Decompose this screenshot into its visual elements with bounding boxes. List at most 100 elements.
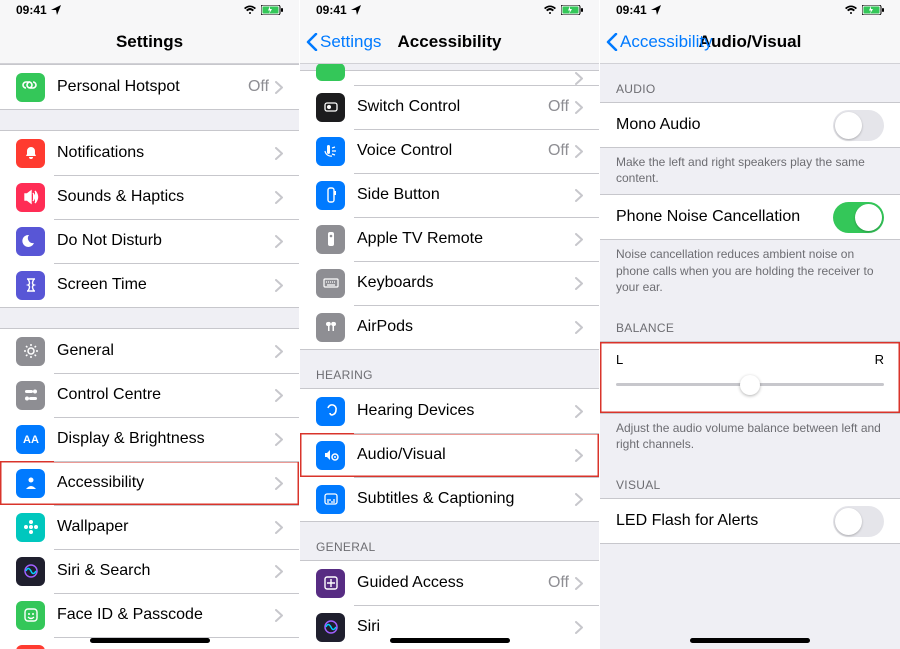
status-bar: 09:41 (0, 0, 299, 20)
row-label: Display & Brightness (57, 430, 275, 448)
row-sounds-haptics[interactable]: Sounds & Haptics (0, 175, 299, 219)
settings-scroll[interactable]: Personal HotspotOff Notifications Sounds … (0, 64, 299, 649)
page-title: Accessibility (398, 32, 502, 52)
footer-noise: Noise cancellation reduces ambient noise… (600, 240, 900, 303)
wifi-icon (844, 5, 858, 15)
row-accessibility[interactable]: Accessibility (0, 461, 299, 505)
row-face-id-passcode[interactable]: Face ID & Passcode (0, 593, 299, 637)
row-airpods[interactable]: AirPods (300, 305, 599, 349)
slider-thumb[interactable] (740, 375, 760, 395)
chevron-right-icon (275, 345, 283, 358)
keyboard-icon (316, 269, 345, 298)
row-label: General (57, 342, 275, 360)
subtitles-icon (316, 485, 345, 514)
row-control-centre[interactable]: Control Centre (0, 373, 299, 417)
row-label: LED Flash for Alerts (616, 512, 833, 530)
row-voice-control[interactable]: Voice ControlOff (300, 129, 599, 173)
chevron-right-icon (275, 565, 283, 578)
aa-icon: AA (16, 425, 45, 454)
row-label: Sounds & Haptics (57, 188, 275, 206)
footer-mono: Make the left and right speakers play th… (600, 148, 900, 194)
row-side-button[interactable]: Side Button (300, 173, 599, 217)
row-label: Control Centre (57, 386, 275, 404)
accessibility-scroll[interactable]: Switch ControlOffVoice ControlOff Side Bu… (300, 64, 599, 649)
row-mono-audio[interactable]: Mono Audio (600, 103, 900, 147)
chevron-right-icon (575, 405, 583, 418)
section-header-general: GENERAL (300, 522, 599, 560)
balance-control[interactable]: L R (600, 341, 900, 414)
chevron-right-icon (275, 521, 283, 534)
section-header-balance: BALANCE (600, 303, 900, 341)
guided-icon (316, 569, 345, 598)
toggle-mono-audio[interactable] (833, 110, 884, 141)
balance-label-left: L (616, 352, 623, 367)
row-siri-search[interactable]: Siri & Search (0, 549, 299, 593)
home-indicator[interactable] (90, 638, 210, 643)
chevron-right-icon (575, 233, 583, 246)
row-audio-visual[interactable]: Audio/Visual (300, 433, 599, 477)
location-icon (51, 5, 61, 15)
row-subtitles-captioning[interactable]: Subtitles & Captioning (300, 477, 599, 521)
row-led-flash[interactable]: LED Flash for Alerts (600, 499, 900, 543)
row-noise-cancellation[interactable]: Phone Noise Cancellation (600, 195, 900, 239)
moon-icon (16, 227, 45, 256)
row-label: Side Button (357, 186, 575, 204)
chevron-right-icon (575, 621, 583, 634)
row-notifications[interactable]: Notifications (0, 131, 299, 175)
nav-header: Settings (0, 20, 299, 64)
row-label: Siri & Search (57, 562, 275, 580)
toggle-noise-cancellation[interactable] (833, 202, 884, 233)
flower-icon (16, 513, 45, 542)
chevron-right-icon (275, 235, 283, 248)
balance-slider[interactable] (616, 375, 884, 395)
phone-settings: 09:41 Settings Personal HotspotOff Notif… (0, 0, 300, 649)
row-switch-control[interactable]: Switch ControlOff (300, 85, 599, 129)
home-indicator[interactable] (690, 638, 810, 643)
row-personal-hotspot[interactable]: Personal HotspotOff (0, 65, 299, 109)
row-wallpaper[interactable]: Wallpaper (0, 505, 299, 549)
switches-icon (16, 381, 45, 410)
phone-audiovisual: 09:41 Accessibility Audio/Visual (600, 0, 900, 649)
back-button[interactable]: Accessibility (606, 32, 713, 52)
row-general[interactable]: General (0, 329, 299, 373)
section-header-visual: VISUAL (600, 460, 900, 498)
row-keyboards[interactable]: Keyboards (300, 261, 599, 305)
audiovisual-icon (316, 441, 345, 470)
toggle-led-flash[interactable] (833, 506, 884, 537)
chevron-right-icon (575, 321, 583, 334)
gear-icon (16, 337, 45, 366)
row-value: Off (548, 574, 569, 592)
sos-icon: SOS (16, 645, 45, 649)
airpods-icon (316, 313, 345, 342)
status-time: 09:41 (16, 3, 47, 17)
row-guided-access[interactable]: Guided AccessOff (300, 561, 599, 605)
hourglass-icon (16, 271, 45, 300)
row-value: Off (548, 98, 569, 116)
back-button[interactable]: Settings (306, 32, 381, 52)
row-label: Hearing Devices (357, 402, 575, 420)
audiovisual-scroll[interactable]: AUDIO Mono Audio Make the left and right… (600, 64, 900, 649)
row-screen-time[interactable]: Screen Time (0, 263, 299, 307)
bell-icon (16, 139, 45, 168)
siri-icon (16, 557, 45, 586)
row-label: Mono Audio (616, 116, 833, 134)
chevron-right-icon (575, 145, 583, 158)
chevron-right-icon (275, 433, 283, 446)
row-value: Off (548, 142, 569, 160)
touch-icon (316, 64, 345, 81)
row-apple-tv-remote[interactable]: Apple TV Remote (300, 217, 599, 261)
row-partial-top[interactable] (300, 71, 599, 85)
home-indicator[interactable] (390, 638, 510, 643)
row-display-brightness[interactable]: AA Display & Brightness (0, 417, 299, 461)
battery-icon (862, 5, 884, 15)
row-do-not-disturb[interactable]: Do Not Disturb (0, 219, 299, 263)
page-title: Settings (116, 32, 183, 52)
speaker-icon (16, 183, 45, 212)
sidebutton-icon (316, 181, 345, 210)
wifi-icon (543, 5, 557, 15)
status-bar: 09:41 (300, 0, 599, 20)
row-label: Notifications (57, 144, 275, 162)
row-label: Siri (357, 618, 575, 636)
row-hearing-devices[interactable]: Hearing Devices (300, 389, 599, 433)
chevron-right-icon (275, 279, 283, 292)
